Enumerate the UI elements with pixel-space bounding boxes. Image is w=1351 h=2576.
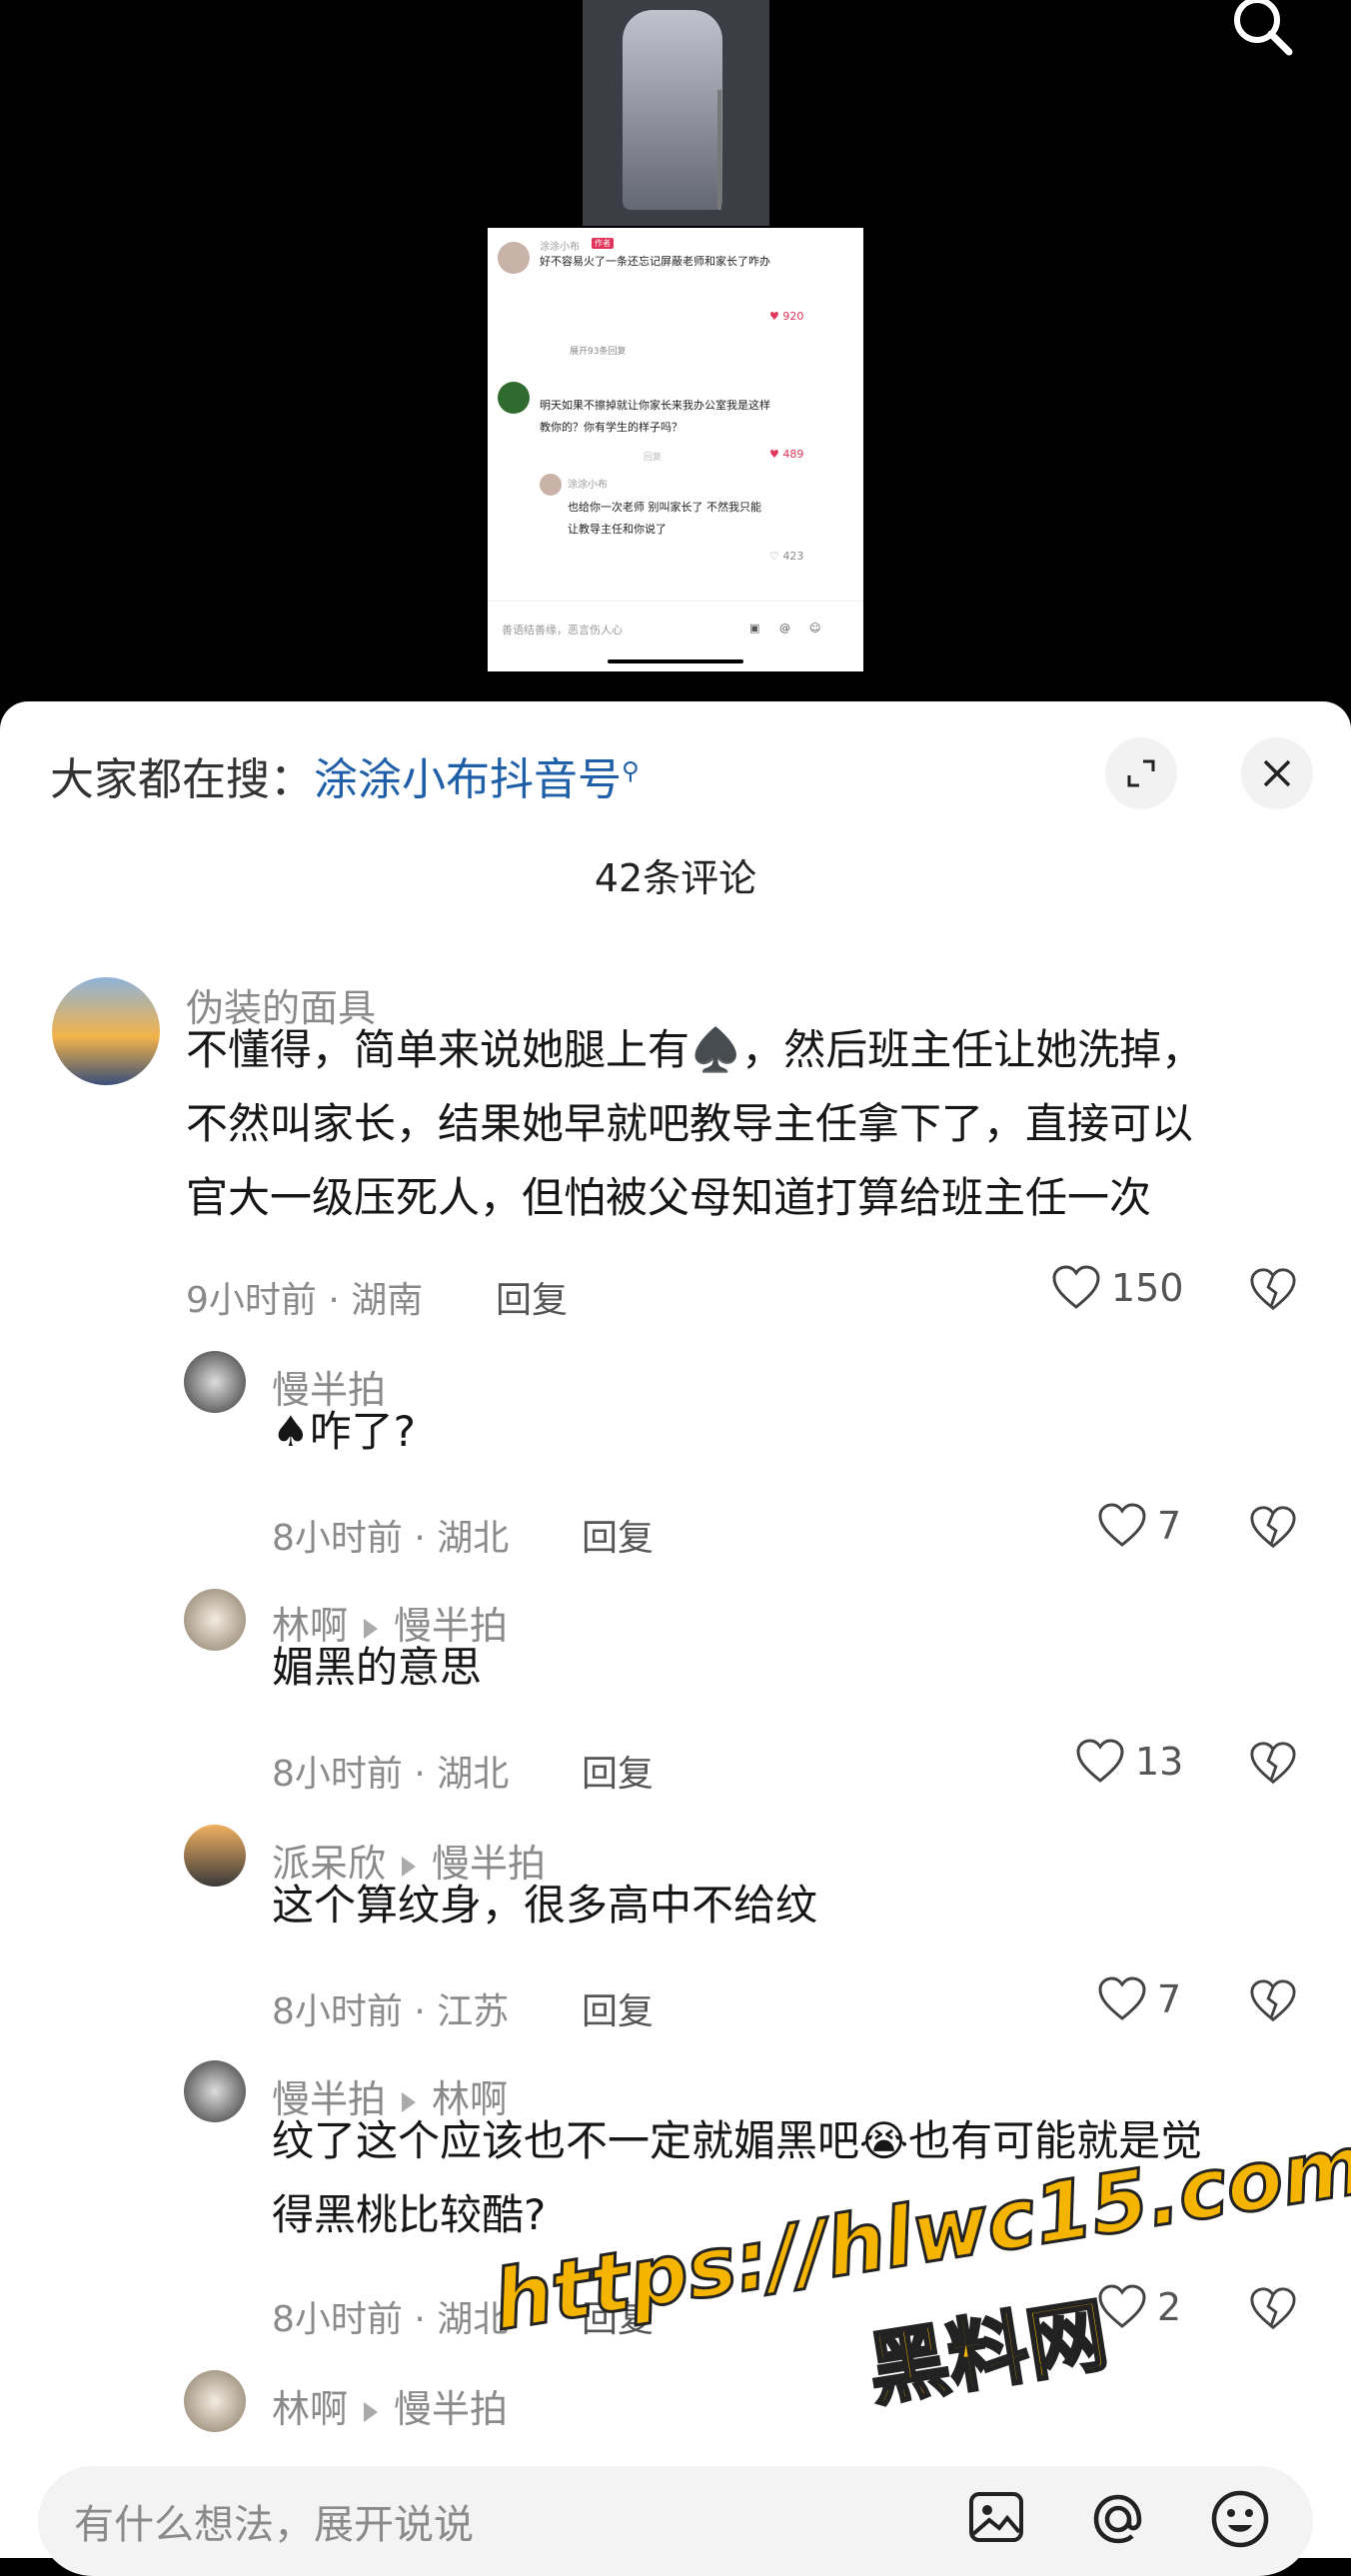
inner-likes-3-count: 423 xyxy=(782,550,804,563)
inner-likes-2-count: 489 xyxy=(782,448,804,461)
expand-icon xyxy=(1127,759,1155,787)
reply-button[interactable]: 回复 xyxy=(582,1745,654,1797)
username: 林啊 xyxy=(272,2387,349,2431)
inner-expand: 展开93条回复 xyxy=(570,347,627,357)
inner-likes-3: ♡ 423 xyxy=(769,550,804,563)
avatar[interactable] xyxy=(184,1825,246,1887)
heart-icon xyxy=(1052,1265,1100,1309)
like-button[interactable]: 7 xyxy=(1097,1976,1181,2022)
dislike-icon[interactable] xyxy=(1249,1741,1297,1787)
like-button[interactable]: 7 xyxy=(1097,1503,1181,1549)
home-indicator xyxy=(608,659,743,663)
reply-to-username: 慢半拍 xyxy=(394,2387,509,2431)
comment-count: 42条评论 xyxy=(594,856,757,900)
video-player[interactable]: 涂涂小布 作者 好不容易火了一条还忘记屏蔽老师和家长了咋办 ♥ 920 展开93… xyxy=(0,0,1351,719)
comment-text: 不懂得，简单来说她腿上有♠️，然后班主任让她洗掉， xyxy=(186,1025,1204,1074)
expand-button[interactable] xyxy=(1105,737,1177,809)
comment-text: 官大一级压死人，但怕被父母知道打算给班主任一次 xyxy=(186,1173,1152,1222)
username-with-reply[interactable]: 林啊 慢半拍 xyxy=(272,2378,508,2433)
image-icon: ▣ xyxy=(749,622,760,635)
inner-input-placeholder: 善语结善缘，恶言伤人心 xyxy=(502,624,623,637)
small-search-icon: ⚲ xyxy=(622,756,640,785)
inner-likes-1-count: 920 xyxy=(782,310,804,323)
at-icon[interactable] xyxy=(1087,2488,1149,2550)
heart-icon xyxy=(1098,1503,1146,1547)
reply-button[interactable]: 回复 xyxy=(582,1509,654,1561)
author-badge: 作者 xyxy=(592,238,614,249)
embedded-comment-screenshot: 涂涂小布 作者 好不容易火了一条还忘记屏蔽老师和家长了咋办 ♥ 920 展开93… xyxy=(488,228,863,671)
avatar[interactable] xyxy=(184,1589,246,1651)
close-button[interactable] xyxy=(1241,737,1313,809)
avatar[interactable] xyxy=(184,2370,246,2432)
emoji-icon: ☺ xyxy=(809,622,821,635)
like-button[interactable]: 13 xyxy=(1075,1739,1183,1785)
inner-text-3b: 让教导主任和你说了 xyxy=(568,523,667,536)
inner-name-3: 涂涂小布 xyxy=(568,480,608,491)
at-icon: @ xyxy=(779,622,790,635)
comment-time-location: 8小时前 · 湖北 xyxy=(272,1518,510,1559)
comment-time-location: 9小时前 · 湖南 xyxy=(186,1280,424,1321)
like-count: 7 xyxy=(1157,1977,1182,2021)
image-icon[interactable] xyxy=(967,2488,1025,2546)
inner-name-1: 涂涂小布 xyxy=(540,242,580,253)
comment-text: 不然叫家长，结果她早就吧教导主任拿下了，直接可以 xyxy=(186,1099,1194,1148)
emoji-icon[interactable] xyxy=(1209,2488,1271,2550)
video-frame-image xyxy=(583,0,769,226)
trending-search[interactable]: 大家都在搜：涂涂小布抖音号⚲ xyxy=(50,743,640,807)
watermark-site-name: 黑料网 xyxy=(860,2286,1115,2418)
dislike-icon[interactable] xyxy=(1249,1267,1297,1313)
comment-time-location: 8小时前 · 湖北 xyxy=(272,1754,510,1795)
like-button[interactable]: 150 xyxy=(1051,1265,1184,1311)
person-figure xyxy=(623,10,722,210)
avatar[interactable] xyxy=(184,2060,246,2122)
comment-time-location: 8小时前 · 湖北 xyxy=(272,2299,510,2340)
reply-arrow-icon xyxy=(364,2401,379,2422)
inner-likes-1: ♥ 920 xyxy=(769,310,804,323)
close-icon xyxy=(1263,759,1291,787)
heart-icon xyxy=(1076,1739,1124,1783)
like-count: 13 xyxy=(1135,1740,1184,1784)
comment-text: ♠咋了? xyxy=(272,1407,416,1456)
comment-text: 媚黑的意思 xyxy=(272,1643,483,1692)
search-icon[interactable] xyxy=(1227,0,1297,64)
comment-text: 这个算纹身，很多高中不给纹 xyxy=(272,1881,818,1930)
avatar xyxy=(498,382,530,414)
avatar xyxy=(540,474,562,496)
reply-button[interactable]: 回复 xyxy=(582,1982,654,2034)
inner-text-3a: 也给你一次老师 别叫家长了 不然我只能 xyxy=(568,501,761,514)
inner-text-2a: 明天如果不擦掉就让你家长来我办公室我是这样 xyxy=(540,399,770,412)
avatar xyxy=(498,242,530,274)
avatar[interactable] xyxy=(184,1351,246,1413)
like-count: 7 xyxy=(1157,1504,1182,1548)
dislike-icon[interactable] xyxy=(1249,1505,1297,1551)
search-hint-keyword[interactable]: 涂涂小布抖音号 xyxy=(314,754,622,805)
inner-likes-2: ♥ 489 xyxy=(769,448,804,461)
search-hint-prefix: 大家都在搜： xyxy=(50,754,314,805)
reply-button[interactable]: 回复 xyxy=(496,1271,568,1323)
comment-time-location: 8小时前 · 江苏 xyxy=(272,1991,510,2032)
inner-reply: 回复 xyxy=(644,453,663,463)
like-count: 150 xyxy=(1111,1266,1184,1310)
inner-text-1: 好不容易火了一条还忘记屏蔽老师和家长了咋办 xyxy=(540,255,770,268)
railing xyxy=(717,90,761,210)
dislike-icon[interactable] xyxy=(1249,1978,1297,2024)
comment-input-placeholder[interactable]: 有什么想法，展开说说 xyxy=(74,2492,474,2550)
heart-icon xyxy=(1098,1976,1146,2020)
inner-text-2b: 教你的？你有学生的样子吗？ xyxy=(540,421,682,434)
avatar[interactable] xyxy=(52,977,160,1085)
